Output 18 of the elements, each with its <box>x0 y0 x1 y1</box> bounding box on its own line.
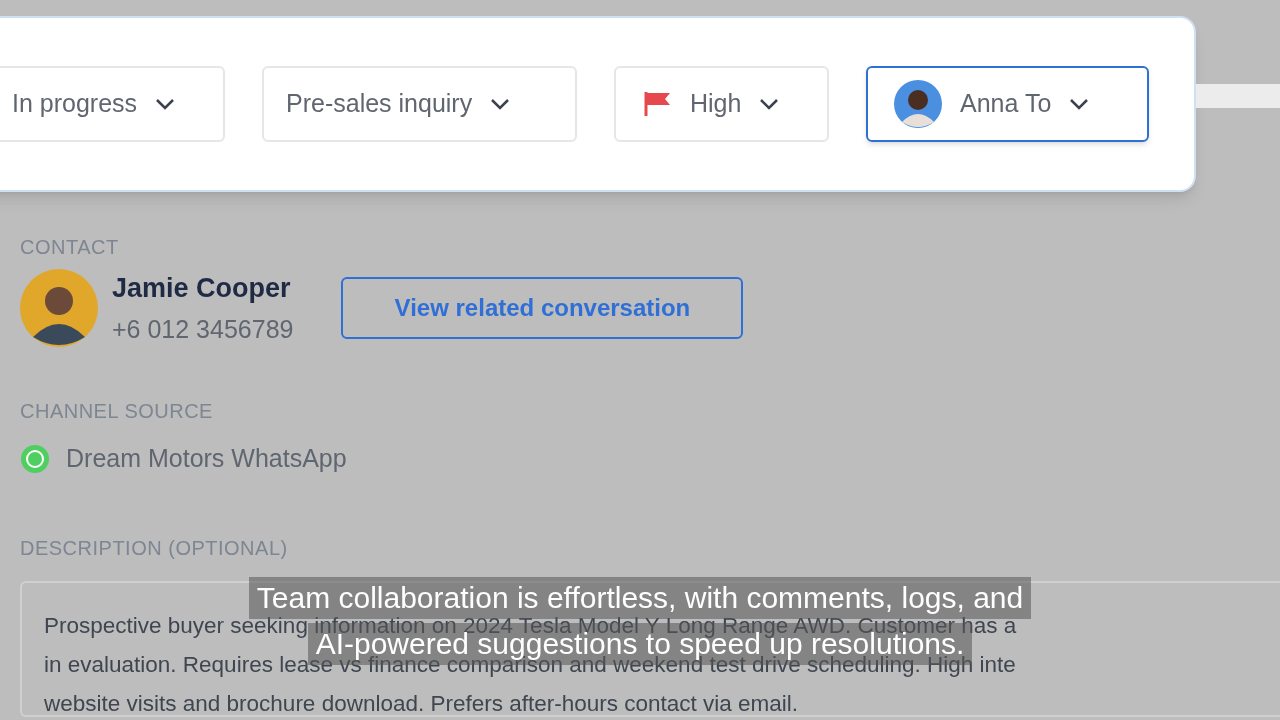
section-label: CHANNEL SOURCE <box>20 399 214 424</box>
dropdown[interactable]: Anna To <box>866 66 1149 142</box>
dropdown[interactable]: High <box>614 66 829 142</box>
contact-name: Jamie Cooper <box>112 272 292 305</box>
flag-icon <box>644 91 672 117</box>
section-label: DESCRIPTION (OPTIONAL) <box>20 535 289 561</box>
whatsapp-icon <box>20 443 50 474</box>
chevron-down-icon <box>490 98 511 110</box>
channel-name: Dream Motors WhatsApp <box>66 443 347 474</box>
chevron-down-icon <box>759 98 780 110</box>
chevron-down-icon <box>155 98 176 110</box>
dropdown[interactable]: Pre-sales inquiry <box>262 66 577 142</box>
dropdown[interactable]: In progress <box>0 66 225 142</box>
contact-phone: +6 012 3456789 <box>112 313 294 345</box>
avatar <box>894 80 942 128</box>
description-line: website visits and brochure download. Prefers after-hours contact via email. <box>44 691 799 715</box>
chevron-down-icon <box>1069 98 1090 110</box>
section-label: CONTACT <box>20 235 120 260</box>
